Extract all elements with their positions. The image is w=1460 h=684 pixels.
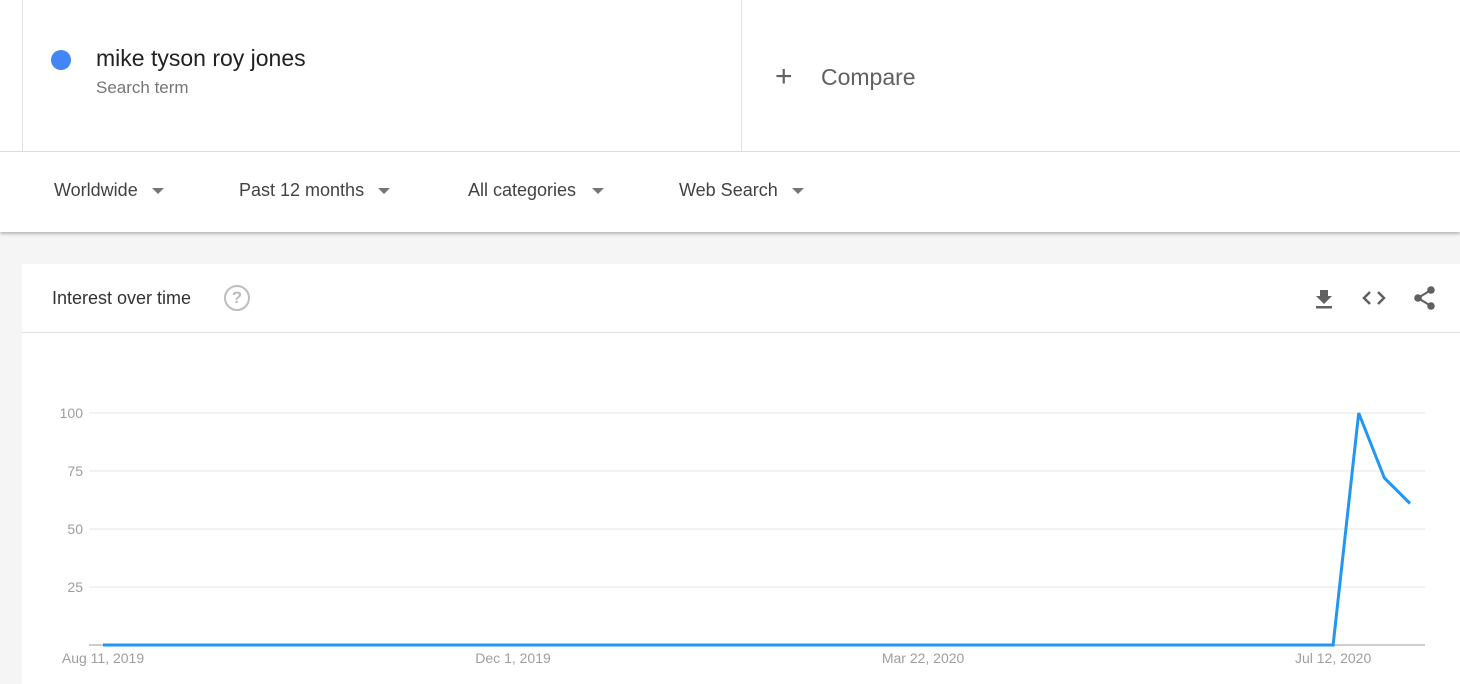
x-tick-label: Aug 11, 2019 — [62, 650, 144, 666]
search-term-label[interactable]: mike tyson roy jones — [96, 45, 306, 72]
filter-category-label: All categories — [468, 180, 577, 200]
plus-icon: + — [775, 60, 793, 93]
interest-chart[interactable]: 25 50 75 100 Aug 11, 2019 Dec 1, 2019 Mar 22, … — [22, 264, 1460, 684]
filter-location[interactable]: Worldwide — [54, 180, 164, 201]
compare-label: Compare — [821, 63, 916, 90]
dropdown-arrow-icon — [592, 187, 605, 194]
y-tick-label: 100 — [60, 405, 84, 421]
x-tick-label: Mar 22, 2020 — [882, 650, 965, 666]
compare-button[interactable]: + Compare — [775, 60, 916, 94]
filter-bar: Worldwide Past 12 months All categories … — [0, 152, 1460, 232]
dropdown-arrow-icon — [151, 187, 164, 194]
y-tick-label: 25 — [67, 579, 83, 595]
y-tick-label: 75 — [67, 463, 83, 479]
filter-time-range-label: Past 12 months — [239, 180, 365, 200]
filter-time-range[interactable]: Past 12 months — [239, 180, 391, 201]
x-tick-label: Dec 1, 2019 — [475, 650, 551, 666]
dropdown-arrow-icon — [791, 187, 804, 194]
search-term-card[interactable]: mike tyson roy jones Search term — [22, 0, 742, 152]
search-term-type: Search term — [96, 78, 189, 97]
term-color-dot — [51, 50, 71, 70]
interest-over-time-card: Interest over time ? 25 50 75 100 Aug 11… — [22, 264, 1460, 684]
filter-location-label: Worldwide — [54, 180, 138, 200]
filter-category[interactable]: All categories — [468, 180, 605, 201]
y-tick-label: 50 — [67, 521, 83, 537]
filter-search-type[interactable]: Web Search — [679, 180, 804, 201]
explore-bar: mike tyson roy jones Search term + Compa… — [0, 0, 1460, 152]
dropdown-arrow-icon — [378, 187, 391, 194]
x-tick-label: Jul 12, 2020 — [1295, 650, 1371, 666]
filter-search-type-label: Web Search — [679, 180, 778, 200]
